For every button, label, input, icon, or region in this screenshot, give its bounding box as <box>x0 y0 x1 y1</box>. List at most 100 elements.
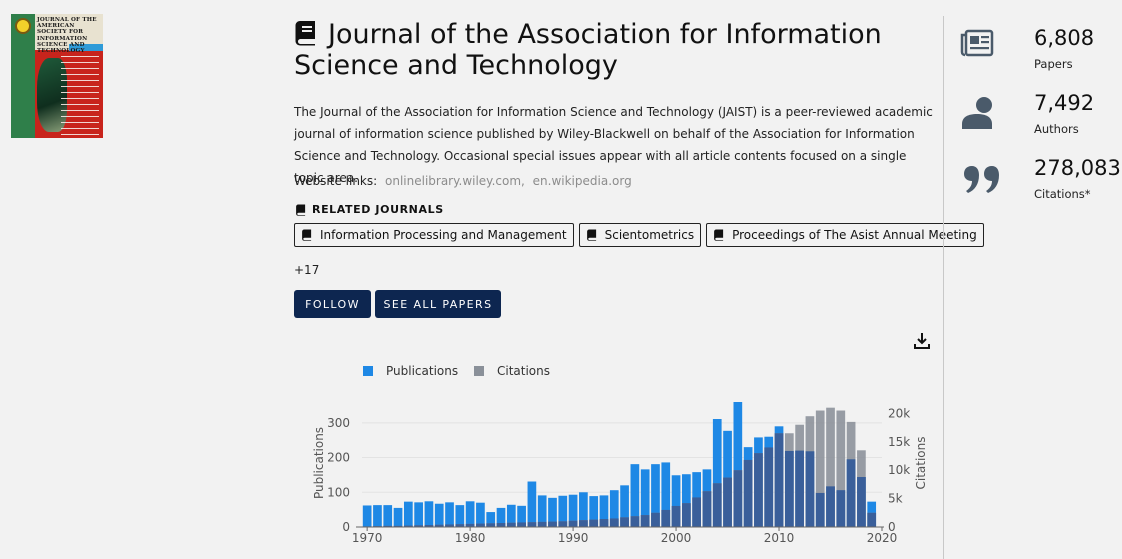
x-tick-label: 2010 <box>764 531 795 545</box>
overlap-bar <box>867 512 877 527</box>
overlap-bar <box>795 450 804 527</box>
book-icon <box>302 229 312 241</box>
overlap-bar <box>723 477 732 527</box>
y-right-tick-label: 5k <box>888 492 903 506</box>
overlap-bar <box>836 490 846 527</box>
publications-bar <box>455 505 465 527</box>
x-tick-label: 2020 <box>867 531 898 545</box>
journal-cover: JOURNAL OF THE AMERICAN SOCIETY FOR INFO… <box>11 14 103 138</box>
publications-bar <box>403 501 413 527</box>
overlap-bar <box>620 517 629 527</box>
overlap-bar <box>486 523 496 527</box>
publications-bar <box>414 502 423 527</box>
overlap-bar <box>579 520 588 527</box>
y-right-tick-label: 15k <box>888 435 910 449</box>
journal-title-text: Journal of the Association for Informati… <box>294 19 882 81</box>
publications-bar <box>465 501 475 527</box>
link-wiley[interactable]: onlinelibrary.wiley.com, <box>385 174 525 188</box>
related-journal-ipm[interactable]: Information Processing and Management <box>294 223 574 247</box>
overlap-bar <box>671 505 681 527</box>
overlap-bar <box>682 503 691 527</box>
more-related-count[interactable]: +17 <box>294 263 319 277</box>
papers-label: Papers <box>1034 57 1073 71</box>
overlap-bar <box>815 492 825 527</box>
overlap-bar <box>826 486 835 527</box>
chart-bars <box>362 402 877 527</box>
overlap-bar <box>506 522 516 527</box>
legend-publications-label[interactable]: Publications <box>386 364 458 378</box>
related-journals-heading: RELATED JOURNALS <box>295 203 444 216</box>
overlap-bar <box>754 453 763 527</box>
overlap-bar <box>517 522 526 527</box>
legend-citations-swatch <box>474 366 484 376</box>
cover-seal-icon <box>15 18 31 34</box>
see-all-papers-button[interactable]: SEE ALL PAPERS <box>375 290 501 318</box>
overlap-bar <box>568 520 578 527</box>
x-tick-label: 1980 <box>455 531 486 545</box>
quote-icon <box>964 166 999 193</box>
overlap-bar <box>702 491 712 527</box>
publications-bar <box>434 503 444 527</box>
y-right-axis-label: Citations <box>914 436 928 489</box>
publications-bar <box>424 501 434 527</box>
overlap-bar <box>558 521 568 527</box>
y-right-tick-label: 10k <box>888 463 910 477</box>
related-journals-list: Information Processing and Management Sc… <box>294 223 984 247</box>
person-icon <box>962 97 992 129</box>
related-journal-scientometrics[interactable]: Scientometrics <box>578 223 702 247</box>
authors-count: 7,492 <box>1034 91 1095 115</box>
citations-label: Citations* <box>1034 187 1091 201</box>
publications-bar <box>476 502 485 527</box>
publications-bar <box>527 481 537 527</box>
related-journal-label: Scientometrics <box>604 228 695 242</box>
download-icon[interactable] <box>912 331 932 351</box>
overlap-bar <box>609 518 619 527</box>
overlap-bar <box>527 522 537 527</box>
citations-count: 278,083 <box>1034 156 1121 180</box>
y-left-tick-label: 0 <box>342 520 350 534</box>
overlap-bar <box>651 512 660 527</box>
overlap-bar <box>640 515 650 527</box>
sidebar-divider <box>943 16 944 559</box>
book-icon <box>295 21 315 46</box>
book-icon <box>586 229 596 241</box>
related-heading-text: RELATED JOURNALS <box>312 203 444 216</box>
overlap-bar <box>857 477 866 527</box>
publications-bar <box>393 507 403 527</box>
y-right-tick-label: 20k <box>888 406 910 420</box>
y-left-tick-label: 300 <box>327 416 350 430</box>
publications-bar <box>362 505 372 527</box>
overlap-bar <box>764 447 774 527</box>
overlap-bar <box>846 459 856 527</box>
overlap-bar <box>537 521 547 527</box>
publications-bar <box>373 505 382 527</box>
related-journal-label: Proceedings of The Asist Annual Meeting <box>732 228 977 242</box>
overlap-bar <box>548 521 557 527</box>
link-wikipedia[interactable]: en.wikipedia.org <box>533 174 632 188</box>
y-left-tick-label: 100 <box>327 485 350 499</box>
y-left-tick-label: 200 <box>327 451 350 465</box>
x-tick-label: 1970 <box>352 531 383 545</box>
publications-bar <box>383 505 393 527</box>
overlap-bar <box>599 519 609 527</box>
overlap-bar <box>692 497 702 527</box>
publications-citations-chart: Publications Citations 010020030005k10k1… <box>312 364 928 545</box>
cover-title-words: JOURNAL OF THE AMERICAN SOCIETY FOR INFO… <box>37 17 97 55</box>
page-title: Journal of the Association for Informati… <box>294 19 934 81</box>
authors-label: Authors <box>1034 122 1079 136</box>
overlap-bar <box>743 459 753 527</box>
legend-citations-label[interactable]: Citations <box>497 364 550 378</box>
website-links-label: Website links: <box>294 174 378 188</box>
overlap-bar <box>712 483 722 527</box>
legend-publications-swatch <box>363 366 373 376</box>
overlap-bar <box>774 433 784 527</box>
overlap-bar <box>476 523 485 527</box>
follow-button[interactable]: FOLLOW <box>294 290 371 318</box>
overlap-bar <box>589 519 599 527</box>
related-journal-label: Information Processing and Management <box>320 228 567 242</box>
overlap-bar <box>661 509 671 527</box>
publications-bar <box>445 502 454 527</box>
newspaper-icon <box>960 29 994 57</box>
chart-legend: Publications Citations <box>363 364 550 378</box>
papers-count: 6,808 <box>1034 26 1095 50</box>
